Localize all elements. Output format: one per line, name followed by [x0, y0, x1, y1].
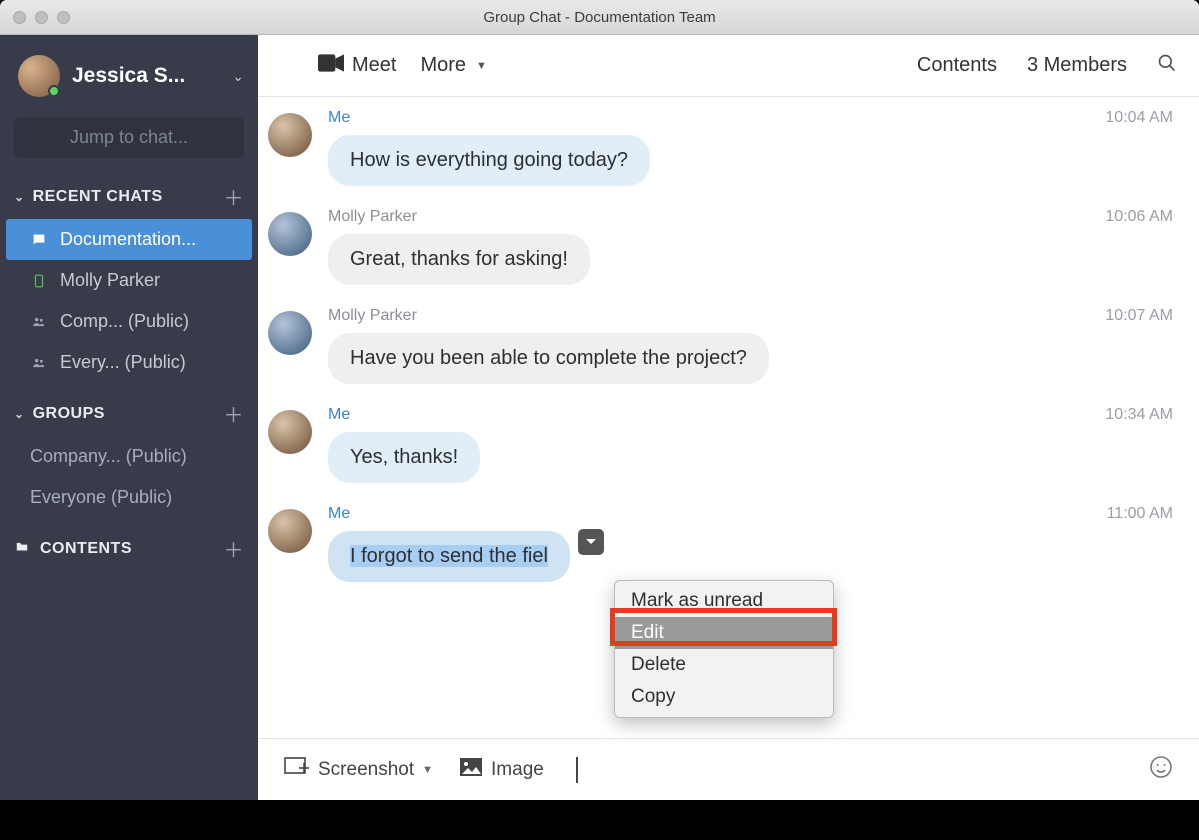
- message-actions-button[interactable]: [578, 529, 604, 555]
- meet-button[interactable]: Meet: [318, 54, 396, 78]
- chevron-down-icon: ⌄: [14, 190, 25, 204]
- app-window: Group Chat - Documentation Team Jessica …: [0, 0, 1199, 800]
- message-bubble[interactable]: How is everything going today?: [328, 135, 650, 186]
- image-button[interactable]: Image: [459, 757, 544, 783]
- contents-button[interactable]: Contents: [917, 54, 997, 77]
- avatar: [268, 212, 312, 256]
- group-item-everyone[interactable]: Everyone (Public): [0, 477, 258, 518]
- add-group-button[interactable]: ＋: [224, 399, 245, 428]
- jump-to-chat-input[interactable]: Jump to chat...: [14, 117, 244, 158]
- chat-item-label: Documentation...: [60, 229, 196, 250]
- message-text: I forgot to send the fiel: [350, 545, 548, 567]
- emoji-button[interactable]: [1149, 755, 1173, 785]
- profile-selector[interactable]: Jessica S... ⌄: [0, 35, 258, 111]
- sender-name: Me: [328, 109, 350, 127]
- menu-item-edit[interactable]: Edit: [615, 617, 833, 649]
- menu-item-mark-unread[interactable]: Mark as unread: [615, 585, 833, 617]
- message-row: Me 10:04 AM How is everything going toda…: [268, 103, 1177, 202]
- avatar: [268, 113, 312, 157]
- camera-icon: [318, 54, 344, 78]
- phone-icon: [30, 272, 48, 290]
- screenshot-icon: [284, 757, 310, 783]
- composer-toolbar: Screenshot ▼ Image: [258, 738, 1199, 800]
- folder-icon: [14, 540, 30, 557]
- more-label: More: [420, 54, 466, 77]
- titlebar: Group Chat - Documentation Team: [0, 0, 1199, 35]
- message-timestamp: 11:00 AM: [1107, 505, 1177, 523]
- message-timestamp: 10:34 AM: [1105, 406, 1177, 424]
- people-icon: [30, 313, 48, 331]
- message-bubble[interactable]: I forgot to send the fiel: [328, 531, 570, 582]
- chat-topbar: Meet More ▼ Contents 3 Members: [258, 35, 1199, 97]
- recent-chats-header[interactable]: ⌄ RECENT CHATS ＋: [0, 176, 258, 219]
- caret-down-icon: ▼: [422, 764, 433, 776]
- window-title: Group Chat - Documentation Team: [0, 9, 1199, 26]
- sender-name: Me: [328, 505, 350, 523]
- divider: [576, 757, 578, 783]
- sidebar-item-company[interactable]: Comp... (Public): [0, 301, 258, 342]
- more-button[interactable]: More ▼: [420, 54, 486, 77]
- image-label: Image: [491, 759, 544, 781]
- image-icon: [459, 757, 483, 783]
- avatar: [268, 509, 312, 553]
- message-timestamp: 10:06 AM: [1105, 208, 1177, 226]
- sidebar-item-everyone[interactable]: Every... (Public): [0, 342, 258, 383]
- caret-down-icon: ▼: [476, 60, 487, 72]
- sidebar-item-documentation[interactable]: Documentation...: [6, 219, 252, 260]
- presence-indicator: [48, 85, 60, 97]
- menu-item-copy[interactable]: Copy: [615, 681, 833, 713]
- profile-avatar: [18, 55, 60, 97]
- message-bubble[interactable]: Have you been able to complete the proje…: [328, 333, 769, 384]
- group-item-company[interactable]: Company... (Public): [0, 436, 258, 477]
- profile-name: Jessica S...: [72, 64, 220, 88]
- sender-name: Me: [328, 406, 350, 424]
- chevron-down-icon: [585, 538, 597, 546]
- avatar: [268, 311, 312, 355]
- screenshot-label: Screenshot: [318, 759, 414, 781]
- message-bubble[interactable]: Great, thanks for asking!: [328, 234, 590, 285]
- menu-item-delete[interactable]: Delete: [615, 649, 833, 681]
- sender-name: Molly Parker: [328, 307, 417, 325]
- sidebar: Jessica S... ⌄ Jump to chat... ⌄ RECENT …: [0, 35, 258, 800]
- message-row: Me 10:34 AM Yes, thanks!: [268, 400, 1177, 499]
- message-row: Molly Parker 10:06 AM Great, thanks for …: [268, 202, 1177, 301]
- contents-header[interactable]: CONTENTS ＋: [0, 518, 258, 571]
- message-timestamp: 10:04 AM: [1105, 109, 1177, 127]
- sender-name: Molly Parker: [328, 208, 417, 226]
- sidebar-item-molly[interactable]: Molly Parker: [0, 260, 258, 301]
- message-row: Molly Parker 10:07 AM Have you been able…: [268, 301, 1177, 400]
- message-bubble[interactable]: Yes, thanks!: [328, 432, 480, 483]
- meet-label: Meet: [352, 54, 396, 77]
- chat-icon: [30, 231, 48, 249]
- chevron-down-icon: ⌄: [14, 407, 25, 421]
- add-chat-button[interactable]: ＋: [224, 182, 245, 211]
- message-context-menu: Mark as unread Edit Delete Copy: [614, 580, 834, 718]
- contents-label: CONTENTS: [40, 540, 132, 558]
- avatar: [268, 410, 312, 454]
- recent-chats-label: RECENT CHATS: [33, 188, 163, 206]
- members-button[interactable]: 3 Members: [1027, 54, 1127, 77]
- chevron-down-icon: ⌄: [232, 68, 244, 85]
- screenshot-button[interactable]: Screenshot ▼: [284, 757, 433, 783]
- add-content-button[interactable]: ＋: [224, 534, 245, 563]
- chat-item-label: Comp... (Public): [60, 311, 189, 332]
- chat-item-label: Every... (Public): [60, 352, 186, 373]
- groups-header[interactable]: ⌄ GROUPS ＋: [0, 393, 258, 436]
- message-timestamp: 10:07 AM: [1105, 307, 1177, 325]
- groups-label: GROUPS: [33, 405, 105, 423]
- chat-item-label: Molly Parker: [60, 270, 160, 291]
- search-button[interactable]: [1157, 53, 1177, 79]
- people-icon: [30, 354, 48, 372]
